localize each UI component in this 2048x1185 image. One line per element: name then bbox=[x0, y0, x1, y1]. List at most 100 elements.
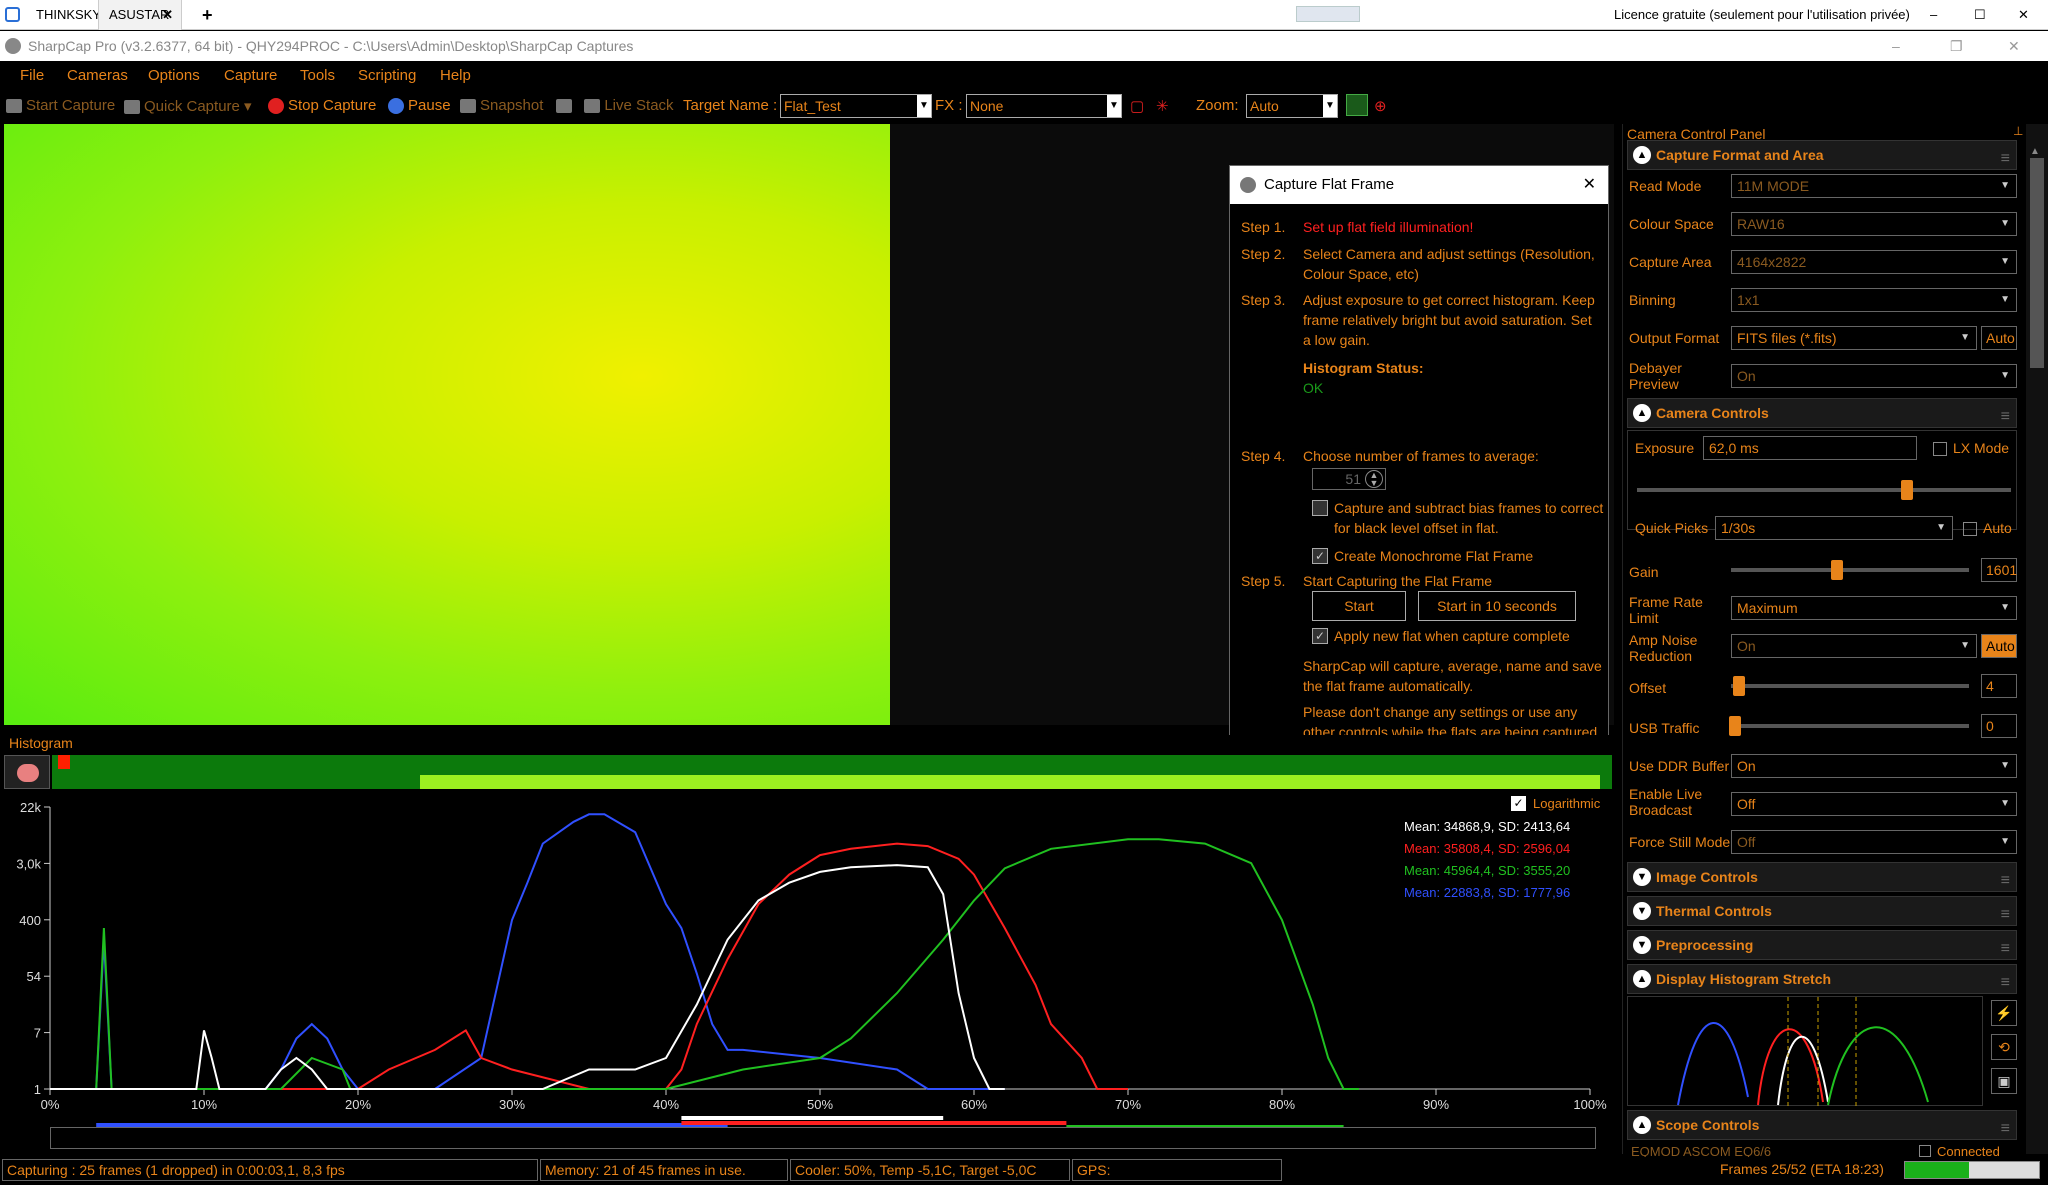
section-histogram-stretch[interactable]: ▲ Display Histogram Stretch ≡ bbox=[1627, 964, 2017, 994]
lx-mode-checkbox[interactable] bbox=[1933, 442, 1947, 456]
auto-stretch-icon[interactable]: ⚡ bbox=[1991, 1000, 2017, 1026]
exposure-slider-track[interactable] bbox=[1637, 488, 2011, 492]
amp-noise-auto-button[interactable]: Auto bbox=[1981, 634, 2017, 658]
amp-noise-dropdown[interactable]: On ▼ bbox=[1731, 634, 1977, 658]
capture-area-dropdown[interactable]: 4164x2822 ▼ bbox=[1731, 250, 2017, 274]
close-tab-icon[interactable]: ✕ bbox=[162, 0, 173, 30]
frame-rate-dropdown[interactable]: Maximum ▼ bbox=[1731, 596, 2017, 620]
usb-traffic-input[interactable]: 0 bbox=[1981, 714, 2017, 738]
dialog-close-icon[interactable]: ✕ bbox=[1583, 166, 1596, 204]
hamburger-icon[interactable]: ≡ bbox=[2001, 935, 2010, 963]
exposure-slider-thumb[interactable] bbox=[1901, 480, 1913, 500]
scope-connected-checkbox[interactable] bbox=[1919, 1145, 1931, 1157]
quick-picks-auto-checkbox[interactable] bbox=[1963, 522, 1977, 536]
gain-slider-thumb[interactable] bbox=[1831, 560, 1843, 580]
offset-slider-track[interactable] bbox=[1731, 684, 1969, 688]
window-minimize-icon[interactable]: – bbox=[1892, 31, 1900, 61]
stretch-histogram-view[interactable] bbox=[1627, 996, 1983, 1107]
chevron-down-icon[interactable]: ▼ bbox=[1323, 95, 1337, 117]
usb-traffic-slider-thumb[interactable] bbox=[1729, 716, 1741, 736]
hamburger-icon[interactable]: ≡ bbox=[2001, 145, 2010, 173]
section-scope-controls[interactable]: ▲ Scope Controls ≡ bbox=[1627, 1110, 2017, 1140]
hamburger-icon[interactable]: ≡ bbox=[2001, 969, 2010, 997]
ddr-buffer-dropdown[interactable]: On ▼ bbox=[1731, 754, 2017, 778]
hamburger-icon[interactable]: ≡ bbox=[2001, 901, 2010, 929]
collapse-icon[interactable]: ▲ bbox=[1633, 970, 1651, 988]
window-restore-icon[interactable]: ❐ bbox=[1950, 31, 1963, 61]
pause-button[interactable]: Pause bbox=[388, 97, 451, 115]
maximize-icon[interactable]: ☐ bbox=[1964, 0, 1996, 30]
target-name-dropdown[interactable]: Flat_Test ▼ bbox=[780, 94, 932, 118]
zoom-dropdown[interactable]: Auto ▼ bbox=[1246, 94, 1338, 118]
menu-file[interactable]: File bbox=[20, 67, 44, 84]
usb-traffic-slider-track[interactable] bbox=[1731, 724, 1969, 728]
brain-button[interactable] bbox=[4, 755, 50, 789]
hamburger-icon[interactable]: ≡ bbox=[2001, 867, 2010, 895]
bottom-range-bar[interactable] bbox=[50, 1127, 1596, 1149]
camera-preview-image[interactable] bbox=[4, 124, 890, 725]
ccp-scrollbar[interactable]: ▲ bbox=[2026, 124, 2048, 1154]
live-stack-button[interactable]: Live Stack bbox=[556, 97, 674, 114]
section-thermal-controls[interactable]: ▼ Thermal Controls ≡ bbox=[1627, 896, 2017, 926]
colour-space-dropdown[interactable]: RAW16 ▼ bbox=[1731, 212, 2017, 236]
read-mode-dropdown[interactable]: 11M MODE ▼ bbox=[1731, 174, 2017, 198]
quick-picks-dropdown[interactable]: 1/30s ▼ bbox=[1715, 516, 1953, 540]
offset-slider-thumb[interactable] bbox=[1733, 676, 1745, 696]
frames-count-stepper[interactable]: 51 ▲ ▼ bbox=[1312, 468, 1386, 490]
start-button[interactable]: Start bbox=[1312, 591, 1406, 621]
force-still-dropdown[interactable]: Off ▼ bbox=[1731, 830, 2017, 854]
scroll-up-icon[interactable]: ▲ bbox=[2030, 146, 2040, 157]
quick-capture-button[interactable]: Quick Capture ▾ bbox=[124, 97, 252, 115]
expand-icon[interactable]: ▼ bbox=[1633, 936, 1651, 954]
remote-controls-icons[interactable] bbox=[1296, 6, 1360, 22]
menu-cameras[interactable]: Cameras bbox=[67, 67, 128, 84]
section-capture-format[interactable]: ▲ Capture Format and Area ≡ bbox=[1627, 140, 2017, 170]
crosshair-icon[interactable]: ✳ bbox=[1156, 97, 1169, 115]
scrollbar-thumb[interactable] bbox=[2030, 158, 2044, 368]
collapse-icon[interactable]: ▲ bbox=[1633, 404, 1651, 422]
menu-capture[interactable]: Capture bbox=[224, 67, 277, 84]
start-in-10-seconds-button[interactable]: Start in 10 seconds bbox=[1418, 591, 1576, 621]
snapshot-button[interactable]: Snapshot bbox=[460, 97, 543, 114]
histogram-toggle-icon[interactable] bbox=[1346, 94, 1368, 116]
reticle-icon[interactable]: ▢ bbox=[1130, 97, 1144, 115]
output-format-dropdown[interactable]: FITS files (*.fits) ▼ bbox=[1731, 326, 1977, 350]
expand-icon[interactable]: ▼ bbox=[1633, 902, 1651, 920]
pin-icon[interactable]: ⊥ bbox=[2013, 124, 2023, 138]
chevron-down-icon[interactable]: ▼ bbox=[1107, 95, 1121, 117]
monochrome-checkbox[interactable]: ✓ bbox=[1312, 548, 1328, 564]
debayer-dropdown[interactable]: On ▼ bbox=[1731, 364, 2017, 388]
magnifier-icon[interactable]: ⊕ bbox=[1374, 97, 1387, 115]
hamburger-icon[interactable]: ≡ bbox=[2001, 1115, 2010, 1143]
start-capture-button[interactable]: Start Capture bbox=[6, 97, 115, 114]
collapse-icon[interactable]: ▲ bbox=[1633, 1116, 1651, 1134]
section-camera-controls[interactable]: ▲ Camera Controls ≡ bbox=[1627, 398, 2017, 428]
menu-scripting[interactable]: Scripting bbox=[358, 67, 416, 84]
output-format-auto-button[interactable]: Auto bbox=[1981, 326, 2017, 350]
expand-icon[interactable]: ▼ bbox=[1633, 868, 1651, 886]
add-tab-icon[interactable]: + bbox=[192, 0, 223, 30]
offset-input[interactable]: 4 bbox=[1981, 674, 2017, 698]
gain-slider-track[interactable] bbox=[1731, 568, 1969, 572]
fx-dropdown[interactable]: None ▼ bbox=[966, 94, 1122, 118]
stepper-arrows-icon[interactable]: ▲ ▼ bbox=[1365, 470, 1383, 488]
collapse-icon[interactable]: ▲ bbox=[1633, 146, 1651, 164]
remote-app-icon[interactable] bbox=[5, 7, 20, 22]
window-close-icon[interactable]: ✕ bbox=[2008, 31, 2020, 61]
range-marker-red[interactable] bbox=[58, 755, 70, 769]
minimize-icon[interactable]: – bbox=[1920, 0, 1947, 30]
section-preprocessing[interactable]: ▼ Preprocessing ≡ bbox=[1627, 930, 2017, 960]
apply-flat-checkbox[interactable]: ✓ bbox=[1312, 628, 1328, 644]
live-broadcast-dropdown[interactable]: Off ▼ bbox=[1731, 792, 2017, 816]
chevron-down-icon[interactable]: ▼ bbox=[917, 95, 931, 117]
menu-tools[interactable]: Tools bbox=[300, 67, 335, 84]
menu-help[interactable]: Help bbox=[440, 67, 471, 84]
gain-input[interactable]: 1601 bbox=[1981, 558, 2017, 582]
bias-frames-checkbox[interactable] bbox=[1312, 500, 1328, 516]
tab-asustar[interactable]: ASUSTAR ✕ bbox=[98, 0, 182, 30]
display-range-bar[interactable] bbox=[420, 775, 1600, 789]
save-stretch-icon[interactable]: ▣ bbox=[1991, 1068, 2017, 1094]
exposure-input[interactable]: 62,0 ms bbox=[1703, 436, 1917, 460]
hamburger-icon[interactable]: ≡ bbox=[2001, 403, 2010, 431]
reset-stretch-icon[interactable]: ⟲ bbox=[1991, 1034, 2017, 1060]
